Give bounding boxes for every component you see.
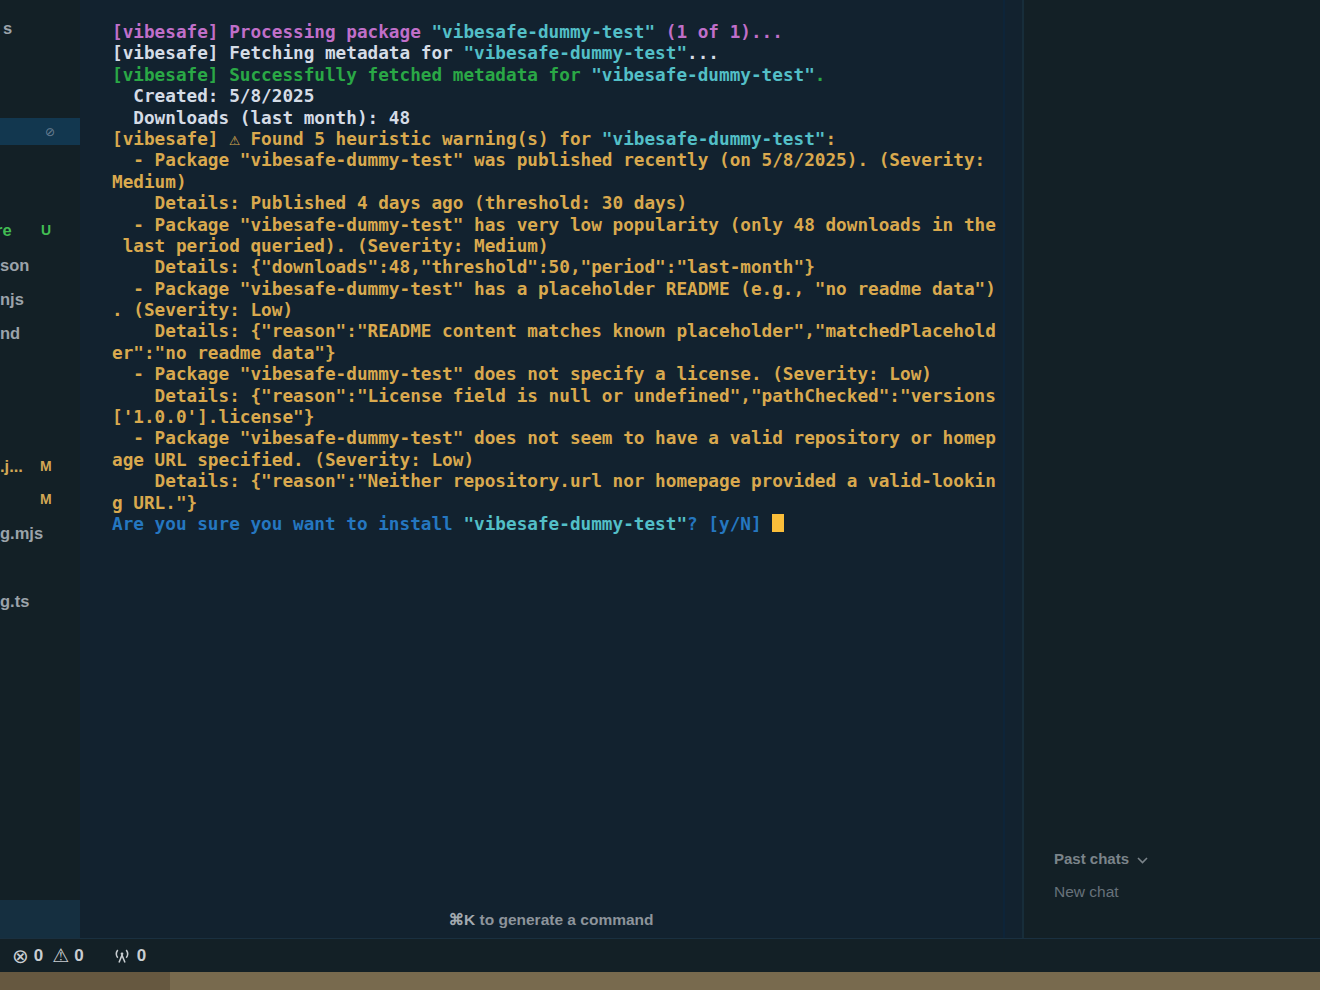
broadcast-icon[interactable] (112, 946, 132, 966)
file-label-partial-gts[interactable]: g.ts (0, 592, 29, 611)
errors-count[interactable]: 0 (34, 946, 43, 966)
terminal-line: - Package "vibesafe-dummy-test" was publ… (112, 150, 996, 171)
terminal-line: - Package "vibesafe-dummy-test" does not… (112, 428, 996, 449)
terminal-line: age URL specified. (Severity: Low) (112, 450, 996, 471)
errors-icon[interactable]: ⊗ (12, 946, 29, 966)
terminal-line: Created: 5/8/2025 (112, 86, 996, 107)
terminal-line: [vibesafe] Successfully fetched metadata… (112, 65, 996, 86)
chevron-down-icon (1137, 857, 1148, 864)
desktop-dock-strip-left (0, 972, 170, 990)
terminal-line: er":"no readme data"} (112, 343, 996, 364)
chat-sidebar-panel: Past chats New chat (1024, 0, 1320, 938)
terminal-line: Are you sure you want to install "vibesa… (112, 514, 996, 535)
circle-slash-icon: ⊘ (45, 125, 55, 139)
terminal-panel[interactable]: [vibesafe] Processing package "vibesafe-… (80, 0, 1022, 938)
terminal-line: last period queried). (Severity: Medium) (112, 236, 996, 257)
file-label-partial-son[interactable]: son (0, 256, 29, 275)
terminal-line: Medium) (112, 172, 996, 193)
past-chats-label: Past chats (1054, 850, 1129, 867)
file-label-partial-njs[interactable]: njs (0, 290, 24, 309)
new-chat-button[interactable]: New chat (1054, 883, 1119, 901)
past-chats-dropdown[interactable]: Past chats (1054, 850, 1148, 867)
sidebar-bottom-highlight (0, 900, 80, 938)
warnings-icon[interactable]: ⚠ (52, 946, 69, 966)
terminal-line: g URL."} (112, 493, 996, 514)
status-bar: ⊗ 0 ⚠ 0 0 (0, 938, 1320, 972)
terminal-line: [vibesafe] Fetching metadata for "vibesa… (112, 43, 996, 64)
git-status-untracked: U (41, 221, 51, 239)
file-label-partial-j[interactable]: .j... (0, 457, 23, 476)
terminal-line: - Package "vibesafe-dummy-test" does not… (112, 364, 996, 385)
terminal-line: Details: {"reason":"License field is nul… (112, 386, 996, 407)
file-label-partial-nd[interactable]: nd (0, 324, 20, 343)
ports-count[interactable]: 0 (137, 946, 146, 966)
terminal-line: . (Severity: Low) (112, 300, 996, 321)
terminal-output: [vibesafe] Processing package "vibesafe-… (112, 22, 996, 535)
warnings-count[interactable]: 0 (74, 946, 83, 966)
git-status-modified-2: M (40, 490, 52, 508)
terminal-line: Downloads (last month): 48 (112, 108, 996, 129)
terminal-line: [vibesafe] ⚠ Found 5 heuristic warning(s… (112, 129, 996, 150)
git-status-modified-1: M (40, 457, 52, 475)
application-window: s ⊘ re U son njs nd .j... M M g.mjs g.ts… (0, 0, 1320, 990)
desktop-dock-strip (0, 972, 1320, 990)
terminal-line: Details: {"downloads":48,"threshold":50,… (112, 257, 996, 278)
terminal-line: - Package "vibesafe-dummy-test" has a pl… (112, 279, 996, 300)
terminal-line: Details: {"reason":"README content match… (112, 321, 996, 342)
file-label-partial-s[interactable]: s (3, 19, 12, 38)
terminal-line: ['1.0.0'].license"} (112, 407, 996, 428)
terminal-cmdk-hint: ⌘K to generate a command (80, 911, 1022, 929)
terminal-line: [vibesafe] Processing package "vibesafe-… (112, 22, 996, 43)
file-label-partial-re[interactable]: re (0, 221, 12, 240)
terminal-line: Details: Published 4 days ago (threshold… (112, 193, 996, 214)
file-explorer-sidebar: s ⊘ re U son njs nd .j... M M g.mjs g.ts (0, 0, 80, 938)
terminal-line: - Package "vibesafe-dummy-test" has very… (112, 215, 996, 236)
file-label-partial-gmjs[interactable]: g.mjs (0, 524, 43, 543)
terminal-cursor (772, 514, 784, 532)
editor-panel-divider[interactable] (1003, 0, 1005, 938)
terminal-line: Details: {"reason":"Neither repository.u… (112, 471, 996, 492)
cmd-k-hint-text: to generate a command (475, 911, 653, 928)
sidebar-selected-item[interactable]: ⊘ (0, 118, 80, 145)
cmd-k-shortcut: ⌘K (449, 911, 476, 928)
